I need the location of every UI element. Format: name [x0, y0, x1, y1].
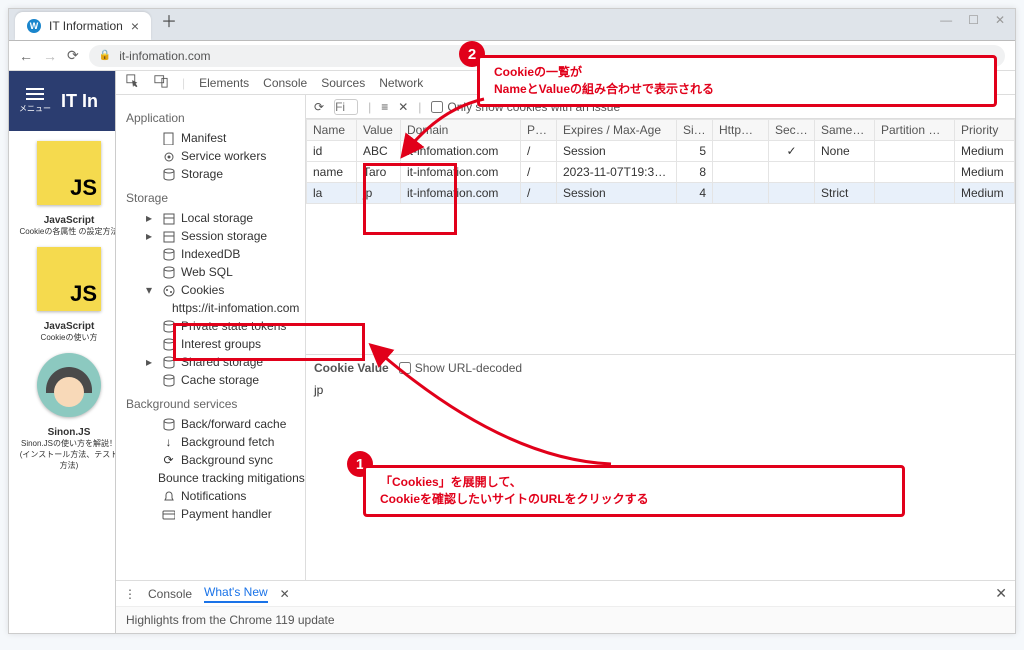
js-logo-icon: JS	[37, 141, 101, 205]
tree-manifest[interactable]: Manifest	[124, 129, 301, 147]
equalizer-icon[interactable]: ≡	[381, 100, 388, 114]
highlight-name-value-columns	[363, 163, 457, 235]
browser-window: — ☐ ✕ W IT Information × ＋ ← → ⟳ 🔒 it-in…	[8, 8, 1016, 634]
tree-background-sync[interactable]: ⟳Background sync	[124, 451, 301, 469]
website-viewport: メニュー IT In JS JavaScript Cookieの各属性 の設定方…	[9, 71, 115, 633]
section-application: Application	[126, 111, 301, 125]
card-subtitle: Sinon.JSの使い方を解説！ (インストール方法、テスト方法)	[19, 438, 115, 471]
window-close[interactable]: ✕	[995, 13, 1005, 27]
sinon-avatar-icon	[37, 353, 101, 417]
article-card-2[interactable]: JS JavaScript Cookieの使い方	[19, 247, 115, 343]
drawer-tab-whats-new[interactable]: What's New	[204, 585, 268, 603]
tree-notifications[interactable]: Notifications	[124, 487, 301, 505]
devtools-tab-sources[interactable]: Sources	[321, 72, 365, 94]
show-url-decoded-checkbox[interactable]: Show URL-decoded	[399, 361, 522, 375]
lock-icon: 🔒	[99, 50, 111, 61]
card-title: JavaScript	[19, 321, 115, 332]
devtools-tab-network[interactable]: Network	[379, 72, 423, 94]
cookie-value-text: jp	[306, 381, 1015, 399]
article-card-1[interactable]: JS JavaScript Cookieの各属性 の設定方法	[19, 141, 115, 237]
reload-button[interactable]: ⟳	[67, 47, 79, 64]
content-area: メニュー IT In JS JavaScript Cookieの各属性 の設定方…	[9, 71, 1015, 633]
table-header-row: NameValueDomainPathExpires / Max-AgeSize…	[307, 120, 1015, 141]
clear-icon[interactable]: ✕	[398, 100, 408, 114]
tree-cache-storage[interactable]: Cache storage	[124, 371, 301, 389]
refresh-icon[interactable]: ⟳	[314, 100, 324, 114]
devtools-tab-console[interactable]: Console	[263, 72, 307, 94]
browser-tab-active[interactable]: W IT Information ×	[15, 12, 151, 40]
inspect-element-icon[interactable]	[126, 74, 140, 91]
tab-title: IT Information	[49, 19, 123, 33]
cookie-value-label: Cookie Value	[314, 361, 389, 375]
card-subtitle: Cookieの使い方	[19, 332, 115, 343]
devtools-tab-elements[interactable]: Elements	[199, 72, 249, 94]
card-subtitle: Cookieの各属性 の設定方法	[19, 226, 115, 237]
device-toolbar-icon[interactable]	[154, 74, 168, 91]
annotation-box-1: 「Cookies」を展開して、 Cookieを確認したいサイトのURLをクリック…	[363, 465, 905, 517]
drawer-more-icon[interactable]: ⋮	[124, 587, 136, 601]
tree-storage[interactable]: Storage	[124, 165, 301, 183]
site-header: メニュー IT In	[9, 71, 115, 131]
drawer-close-icon[interactable]: ✕	[995, 585, 1007, 602]
tree-payment-handler[interactable]: Payment handler	[124, 505, 301, 523]
favicon-wordpress-icon: W	[27, 19, 41, 33]
whats-new-highlights: Highlights from the Chrome 119 update	[116, 606, 1015, 633]
article-card-3[interactable]: Sinon.JS Sinon.JSの使い方を解説！ (インストール方法、テスト方…	[19, 353, 115, 471]
url-text: it-infomation.com	[119, 49, 210, 63]
tree-background-fetch[interactable]: ↓Background fetch	[124, 433, 301, 451]
tree-cookies-origin[interactable]: https://it-infomation.com	[124, 299, 301, 317]
tab-close-icon[interactable]: ×	[131, 18, 139, 34]
site-title: IT In	[61, 91, 98, 112]
tree-cookies[interactable]: Cookies	[124, 281, 301, 299]
tree-bounce-tracking[interactable]: Bounce tracking mitigations	[124, 469, 301, 487]
section-background: Background services	[126, 397, 301, 411]
drawer-tab-console[interactable]: Console	[148, 587, 192, 601]
forward-button[interactable]: →	[43, 48, 57, 64]
hamburger-menu-icon[interactable]: メニュー	[19, 88, 51, 114]
back-button[interactable]: ←	[19, 48, 33, 64]
annotation-box-2: Cookieの一覧が NameとValueの組み合わせで表示される	[477, 55, 997, 107]
tree-local-storage[interactable]: Local storage	[124, 209, 301, 227]
js-logo-icon: JS	[37, 247, 101, 311]
drawer-tab-close-icon[interactable]: ✕	[280, 587, 290, 601]
tree-service-workers[interactable]: Service workers	[124, 147, 301, 165]
window-maximize[interactable]: ☐	[968, 13, 979, 27]
tree-back-forward-cache[interactable]: Back/forward cache	[124, 415, 301, 433]
cookie-value-header: Cookie Value Show URL-decoded	[306, 355, 1015, 381]
new-tab-button[interactable]: ＋	[151, 0, 187, 40]
table-row[interactable]: idABCit-infomation.com/Session5✓NoneMedi…	[307, 141, 1015, 162]
highlight-cookies-tree	[173, 323, 365, 361]
tab-strip: W IT Information × ＋	[9, 9, 1015, 41]
section-storage: Storage	[126, 191, 301, 205]
tree-session-storage[interactable]: Session storage	[124, 227, 301, 245]
menu-label: メニュー	[19, 103, 51, 114]
devtools-drawer-tabs: ⋮ Console What's New ✕ ✕	[116, 580, 1015, 606]
filter-input[interactable]	[334, 99, 358, 115]
card-title: Sinon.JS	[19, 427, 115, 438]
tree-indexeddb[interactable]: IndexedDB	[124, 245, 301, 263]
card-title: JavaScript	[19, 215, 115, 226]
window-minimize[interactable]: —	[940, 13, 952, 27]
tree-web-sql[interactable]: Web SQL	[124, 263, 301, 281]
